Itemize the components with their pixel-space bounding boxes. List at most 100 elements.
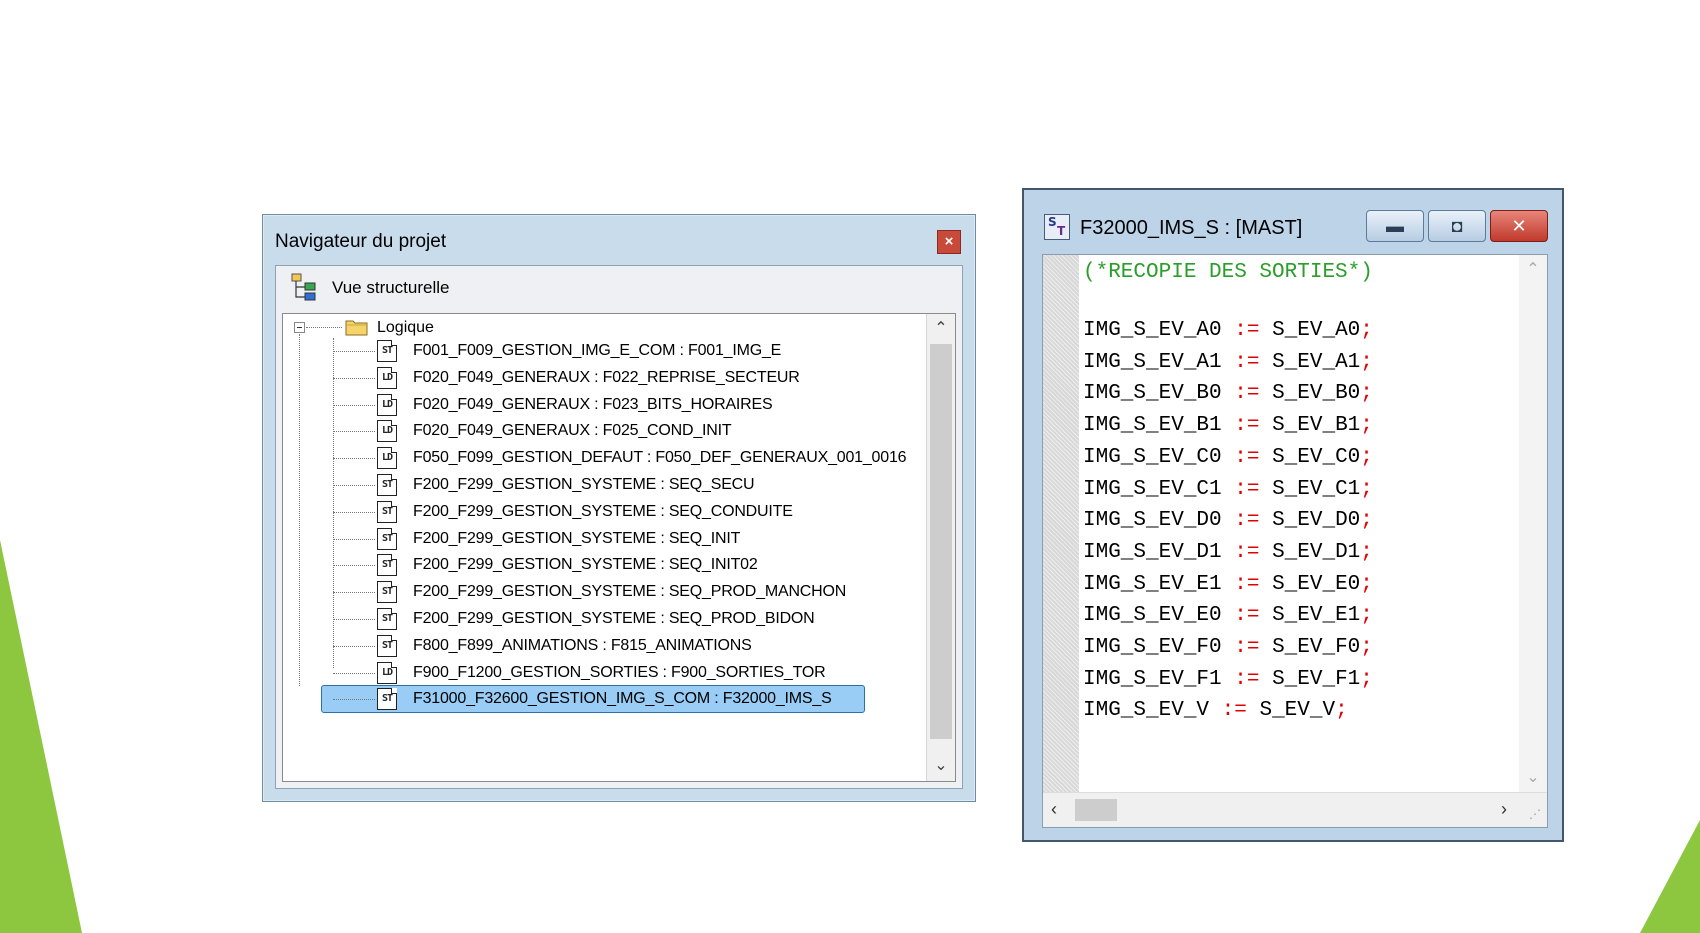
- code-comment: (*RECOPIE DES SORTIES*): [1083, 261, 1373, 284]
- code-rhs: S_EV_A0: [1272, 319, 1361, 342]
- code-line: IMG_S_EV_D0 := S_EV_D0;: [1083, 509, 1373, 532]
- code-vertical-scrollbar[interactable]: ⌃ ⌄: [1519, 255, 1547, 793]
- scrollbar-thumb[interactable]: [930, 344, 952, 739]
- statement-terminator: ;: [1360, 604, 1373, 628]
- collapse-toggle-icon[interactable]: [294, 322, 305, 333]
- tree-item[interactable]: ST F800_F899_ANIMATIONS : F815_ANIMATIONS: [321, 633, 871, 659]
- project-tree: Logique ST F001_F009_GESTION_IMG_E_COM : …: [283, 314, 927, 781]
- code-line: IMG_S_EV_V := S_EV_V;: [1083, 699, 1348, 722]
- tree-item[interactable]: ST F200_F299_GESTION_SYSTEME : SEQ_INIT02: [321, 552, 871, 578]
- structured-text-icon: ST: [377, 527, 397, 550]
- scroll-down-arrow-icon[interactable]: ⌄: [1519, 767, 1547, 787]
- scroll-down-arrow-icon[interactable]: ⌄: [927, 755, 955, 775]
- statement-terminator: ;: [1360, 414, 1373, 438]
- assign-operator: :=: [1234, 540, 1260, 564]
- assign-operator: :=: [1234, 414, 1260, 438]
- tree-item[interactable]: ST F200_F299_GESTION_SYSTEME : SEQ_PROD_M…: [321, 579, 871, 605]
- tree-connector: [333, 672, 375, 674]
- tree-item[interactable]: ST F31000_F32600_GESTION_IMG_S_COM : F320…: [321, 685, 871, 714]
- minimize-button[interactable]: ▬: [1366, 210, 1424, 242]
- statement-terminator: ;: [1360, 667, 1373, 691]
- tree-item-label: F200_F299_GESTION_SYSTEME : SEQ_INIT: [413, 529, 741, 547]
- code-rhs: S_EV_D1: [1272, 540, 1361, 564]
- statement-terminator: ;: [1360, 350, 1373, 374]
- minimize-icon: ▬: [1386, 216, 1404, 236]
- code-line: IMG_S_EV_A1 := S_EV_A1;: [1083, 351, 1373, 374]
- assign-operator: :=: [1234, 319, 1260, 342]
- st-editor-window: ST F32000_IMS_S : [MAST] ▬ ◘ ✕ (*RECOPIE…: [1022, 188, 1564, 842]
- ladder-diagram-icon: LD: [377, 447, 397, 470]
- code-line: IMG_S_EV_B1 := S_EV_B1;: [1083, 414, 1373, 437]
- tree-connector: [333, 485, 375, 486]
- tree-item[interactable]: LD F020_F049_GENERAUX : F025_COND_INIT: [321, 418, 871, 444]
- maximize-button[interactable]: ◘: [1428, 210, 1486, 242]
- editor-title: F32000_IMS_S : [MAST]: [1080, 217, 1303, 239]
- code-lhs: IMG_S_EV_C1: [1083, 477, 1222, 501]
- tree-item[interactable]: ST F200_F299_GESTION_SYSTEME : SEQ_INIT: [321, 526, 871, 552]
- tree-item[interactable]: LD F020_F049_GENERAUX : F023_BITS_HORAIRE…: [321, 392, 871, 418]
- tree-connector: [333, 511, 375, 513]
- resize-grip-icon[interactable]: ⋰: [1529, 807, 1541, 821]
- statement-terminator: ;: [1360, 319, 1373, 342]
- statement-terminator: ;: [1360, 509, 1373, 533]
- slide-decoration-left: [0, 540, 82, 933]
- slide-decoration-right: [1640, 820, 1700, 933]
- statement-terminator: ;: [1360, 636, 1373, 659]
- scrollbar-thumb[interactable]: [1075, 799, 1117, 821]
- code-rhs: S_EV_A1: [1272, 350, 1361, 374]
- tree-item[interactable]: ST F001_F009_GESTION_IMG_E_COM : F001_IMG…: [321, 338, 871, 364]
- code-rhs: S_EV_E0: [1272, 572, 1361, 596]
- assign-operator: :=: [1234, 572, 1260, 596]
- statement-terminator: ;: [1360, 572, 1373, 596]
- code-rhs: S_EV_F1: [1272, 667, 1361, 691]
- assign-operator: :=: [1234, 477, 1260, 501]
- structure-tree-icon: [291, 273, 316, 301]
- tree-item-label: F001_F009_GESTION_IMG_E_COM : F001_IMG_E: [413, 342, 782, 359]
- code-lhs: IMG_S_EV_A0: [1083, 319, 1222, 342]
- navigator-close-button[interactable]: ×: [937, 230, 961, 254]
- scroll-left-arrow-icon[interactable]: ‹: [1051, 799, 1057, 820]
- code-text-area[interactable]: (*RECOPIE DES SORTIES*) IMG_S_EV_A0 := S…: [1079, 255, 1519, 793]
- structured-text-icon: ST: [377, 340, 397, 362]
- tree-item-label: F020_F049_GENERAUX : F023_BITS_HORAIRES: [413, 395, 773, 413]
- editor-titlebar[interactable]: ST F32000_IMS_S : [MAST] ▬ ◘ ✕: [1024, 190, 1562, 242]
- ladder-diagram-icon: LD: [377, 420, 397, 443]
- tree-connector: [333, 377, 375, 379]
- assign-operator: :=: [1234, 382, 1260, 406]
- tree-connector: [333, 592, 375, 594]
- ladder-diagram-icon: LD: [377, 366, 397, 389]
- tree-item-label: F900_F1200_GESTION_SORTIES : F900_SORTIE…: [413, 663, 826, 681]
- tree-root-label[interactable]: Logique: [377, 319, 434, 337]
- tree-item-label: F200_F299_GESTION_SYSTEME : SEQ_SECU: [413, 476, 755, 493]
- code-rhs: S_EV_B1: [1272, 414, 1361, 438]
- tree-connector: [333, 538, 375, 540]
- scroll-right-arrow-icon[interactable]: ›: [1501, 799, 1507, 820]
- statement-terminator: ;: [1360, 382, 1373, 406]
- statement-terminator: ;: [1335, 699, 1348, 723]
- tree-item[interactable]: LD F020_F049_GENERAUX : F022_REPRISE_SECT…: [321, 365, 871, 391]
- tree-item[interactable]: ST F200_F299_GESTION_SYSTEME : SEQ_SECU: [321, 472, 871, 498]
- assign-operator: :=: [1234, 604, 1260, 628]
- tree-vertical-scrollbar[interactable]: ⌃ ⌄: [926, 314, 955, 781]
- scroll-up-arrow-icon[interactable]: ⌃: [927, 318, 955, 338]
- tree-item[interactable]: ST F200_F299_GESTION_SYSTEME : SEQ_PROD_B…: [321, 606, 871, 632]
- tree-item-label: F200_F299_GESTION_SYSTEME : SEQ_INIT02: [413, 556, 758, 574]
- structural-view-header[interactable]: Vue structurelle: [276, 266, 962, 306]
- editor-close-button[interactable]: ✕: [1490, 210, 1548, 242]
- navigator-titlebar[interactable]: Navigateur du projet ×: [263, 215, 975, 265]
- code-editor[interactable]: (*RECOPIE DES SORTIES*) IMG_S_EV_A0 := S…: [1042, 254, 1548, 828]
- tree-item[interactable]: LD F900_F1200_GESTION_SORTIES : F900_SORT…: [321, 660, 871, 686]
- tree-item[interactable]: ST F200_F299_GESTION_SYSTEME : SEQ_CONDUI…: [321, 499, 871, 525]
- tree-connector: [333, 351, 375, 352]
- code-lhs: IMG_S_EV_A1: [1083, 350, 1222, 374]
- tree-item[interactable]: LD F050_F099_GESTION_DEFAUT : F050_DEF_GE…: [321, 445, 907, 471]
- tree-connector: [333, 565, 375, 567]
- navigator-title: Navigateur du projet: [275, 231, 447, 252]
- code-rhs: S_EV_B0: [1272, 382, 1361, 406]
- project-navigator-window: Navigateur du projet × Vue structurelle: [262, 214, 976, 802]
- tree-item-label: F020_F049_GENERAUX : F025_COND_INIT: [413, 422, 732, 440]
- tree-connector: [333, 619, 375, 620]
- scroll-up-arrow-icon[interactable]: ⌃: [1519, 259, 1547, 279]
- code-lhs: IMG_S_EV_C0: [1083, 445, 1222, 469]
- code-horizontal-scrollbar[interactable]: ‹ › ⋰: [1043, 792, 1547, 827]
